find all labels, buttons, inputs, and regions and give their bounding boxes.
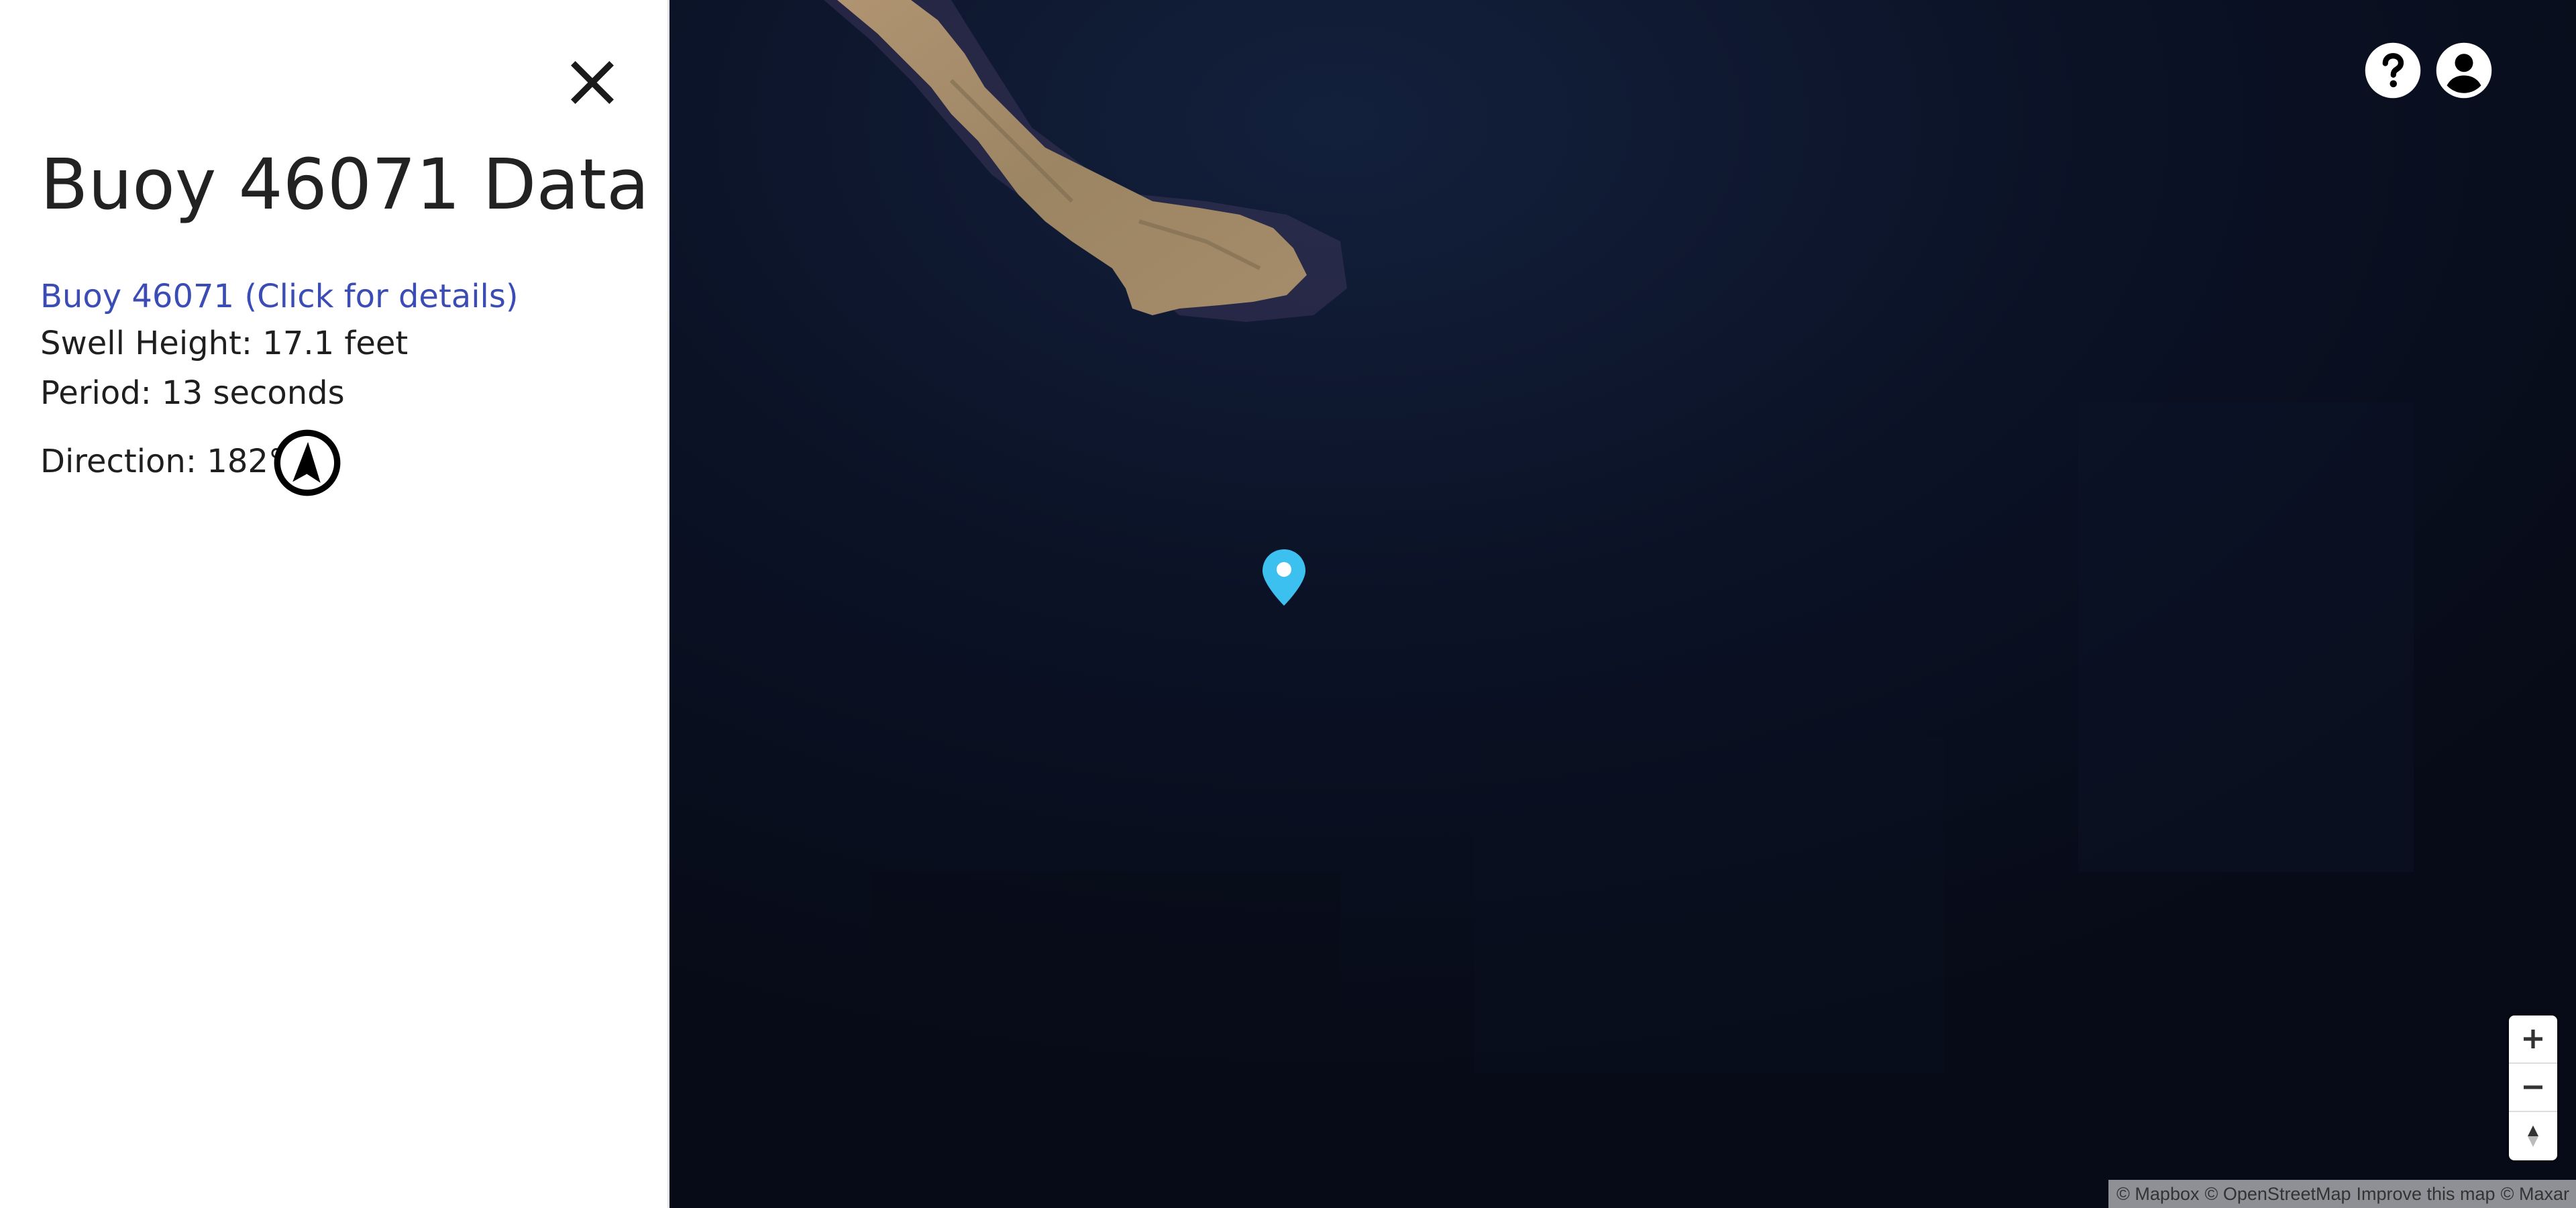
location-pin-icon: [1263, 549, 1305, 606]
account-circle-icon: [2436, 42, 2492, 99]
attribution-mapbox[interactable]: © Mapbox: [2116, 1180, 2199, 1208]
attribution-improve-map[interactable]: Improve this map: [2357, 1180, 2496, 1208]
panel-title: Buoy 46071 Data: [40, 144, 649, 225]
help-circle-icon: [2365, 42, 2421, 99]
map-view[interactable]: © Mapbox © OpenStreetMap Improve this ma…: [669, 0, 2576, 1208]
zoom-in-button[interactable]: [2509, 1015, 2557, 1064]
plus-icon: [2524, 1030, 2542, 1048]
attribution-maxar[interactable]: © Maxar: [2501, 1180, 2569, 1208]
zoom-controls: [2509, 1015, 2557, 1160]
zoom-out-button[interactable]: [2509, 1064, 2557, 1112]
period-text: Period: 13 seconds: [40, 374, 345, 412]
satellite-map-layer: [669, 0, 2576, 1208]
minus-icon: [2524, 1085, 2542, 1089]
buoy-details-link[interactable]: Buoy 46071 (Click for details): [40, 275, 519, 318]
buoy-side-panel: Buoy 46071 Data Buoy 46071 (Click for de…: [0, 0, 669, 1208]
app-root: Buoy 46071 Data Buoy 46071 (Click for de…: [0, 0, 2576, 1208]
swell-height-text: Swell Height: 17.1 feet: [40, 325, 409, 362]
compass-north-icon: [2528, 1125, 2538, 1147]
map-top-controls: [2363, 40, 2494, 101]
close-icon: [571, 61, 614, 104]
compass-arrow-icon: [272, 428, 342, 498]
direction-text: Direction: 182°: [40, 443, 284, 480]
buoy-marker[interactable]: [1260, 547, 1308, 608]
reset-north-button[interactable]: [2509, 1112, 2557, 1160]
close-panel-button[interactable]: [564, 54, 621, 111]
account-button[interactable]: [2434, 40, 2494, 101]
help-button[interactable]: [2363, 40, 2423, 101]
attribution-openstreetmap[interactable]: © OpenStreetMap: [2204, 1180, 2351, 1208]
map-attribution: © Mapbox © OpenStreetMap Improve this ma…: [2108, 1180, 2576, 1208]
